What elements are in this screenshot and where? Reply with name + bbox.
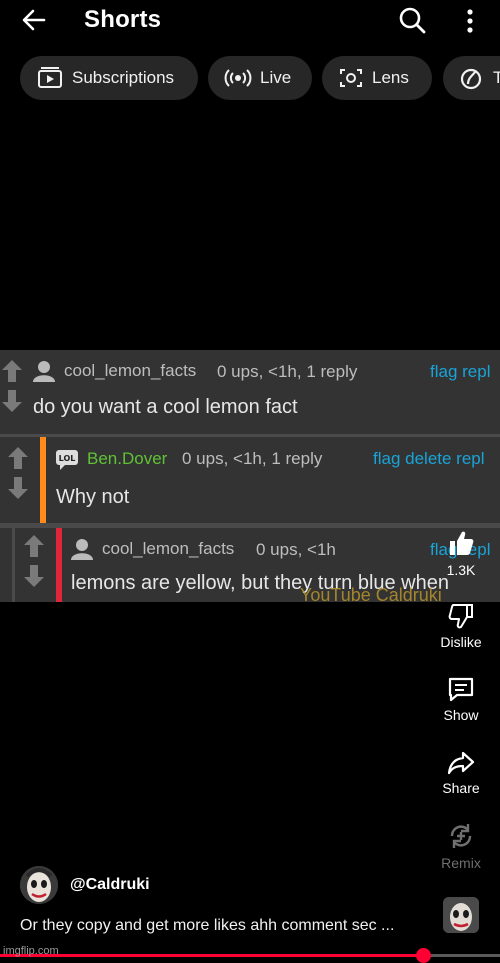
upvote-icon xyxy=(24,535,44,557)
chip-label: T xyxy=(493,68,500,87)
trending-icon xyxy=(460,68,482,90)
channel-avatar[interactable] xyxy=(20,866,58,904)
share-button[interactable]: Share xyxy=(431,748,491,796)
downvote-icon xyxy=(24,565,44,587)
comment-meta: 0 ups, <1h, 1 reply xyxy=(217,362,358,381)
remix-button[interactable]: Remix xyxy=(431,821,491,871)
arrow-left-icon xyxy=(22,9,46,31)
comment-meta: 0 ups, <1h, 1 reply xyxy=(182,449,323,468)
dislike-button[interactable]: Dislike xyxy=(431,602,491,650)
share-icon xyxy=(447,751,475,775)
comment-text: Why not xyxy=(56,486,130,508)
chip-label: Subscriptions xyxy=(72,68,175,87)
subscriptions-icon xyxy=(38,67,62,88)
svg-text:LOL: LOL xyxy=(59,454,76,463)
comment-username: cool_lemon_facts xyxy=(64,361,197,380)
chip-label: Lens xyxy=(372,68,409,87)
site-watermark: imgflip.com xyxy=(3,945,59,957)
channel-handle[interactable]: @Caldruki xyxy=(70,876,150,894)
live-icon xyxy=(224,69,252,87)
user-avatar-icon xyxy=(71,539,93,560)
comment-text: do you want a cool lemon fact xyxy=(33,396,298,418)
dislike-label: Dislike xyxy=(440,634,482,650)
more-options-button[interactable] xyxy=(458,4,482,36)
downvote-icon xyxy=(2,390,22,412)
remix-label: Remix xyxy=(441,855,481,871)
comment-username: cool_lemon_facts xyxy=(102,539,235,558)
comment-icon xyxy=(448,677,474,702)
remix-icon xyxy=(450,824,472,848)
chip-lens[interactable]: Lens xyxy=(322,56,432,100)
back-button[interactable] xyxy=(18,4,50,36)
upvote-icon xyxy=(2,360,22,382)
reply-bar xyxy=(56,528,62,602)
search-button[interactable] xyxy=(396,4,428,36)
chip-subscriptions[interactable]: Subscriptions xyxy=(20,56,198,100)
comment-meta: 0 ups, <1h xyxy=(256,540,336,559)
chip-trending[interactable]: T xyxy=(443,56,500,100)
sound-thumbnail[interactable] xyxy=(443,897,479,933)
comment-links: flag delete repl xyxy=(373,449,485,468)
chip-label: Live xyxy=(260,68,292,87)
comments-label: Show xyxy=(443,707,479,723)
comment-username: Ben.Dover xyxy=(87,449,168,468)
video-caption[interactable]: Or they copy and get more likes ahh comm… xyxy=(20,917,394,935)
comment-row: LOL Ben.Dover 0 ups, <1h, 1 reply flag d… xyxy=(0,437,500,523)
like-button[interactable]: 1.3K xyxy=(431,528,491,578)
page-title: Shorts xyxy=(84,6,162,33)
vote-buttons xyxy=(0,356,24,416)
lol-badge-icon: LOL xyxy=(56,450,78,470)
progress-scrubber[interactable] xyxy=(415,948,431,963)
share-label: Share xyxy=(442,780,480,796)
vote-buttons xyxy=(22,531,46,591)
progress-fill xyxy=(0,954,423,957)
thread-line xyxy=(12,528,15,602)
more-vertical-icon xyxy=(467,9,473,33)
downvote-icon xyxy=(8,477,28,499)
vote-buttons xyxy=(6,443,30,503)
thumbs-up-icon xyxy=(450,531,474,555)
like-count: 1.3K xyxy=(446,562,476,578)
thumbs-down-icon xyxy=(448,604,473,629)
reply-bar xyxy=(40,437,46,523)
user-avatar-icon xyxy=(33,361,55,382)
comments-button[interactable]: Show xyxy=(431,675,491,723)
lens-icon xyxy=(340,69,362,87)
clown-face-icon xyxy=(20,866,58,904)
short-video[interactable]: cool_lemon_facts 0 ups, <1h, 1 reply fla… xyxy=(0,350,500,605)
comment-row: cool_lemon_facts 0 ups, <1h, 1 reply fla… xyxy=(0,350,500,434)
clown-face-icon xyxy=(443,897,479,933)
comment-links: flag repl xyxy=(430,362,491,381)
video-progress-bar[interactable] xyxy=(0,948,500,963)
upvote-icon xyxy=(8,447,28,469)
top-bar: Shorts xyxy=(0,0,500,44)
filter-chips: Subscriptions Live Lens T xyxy=(0,56,500,102)
video-watermark: YouTube Caldruki xyxy=(300,585,442,605)
chip-live[interactable]: Live xyxy=(208,56,312,100)
search-icon xyxy=(399,7,426,34)
